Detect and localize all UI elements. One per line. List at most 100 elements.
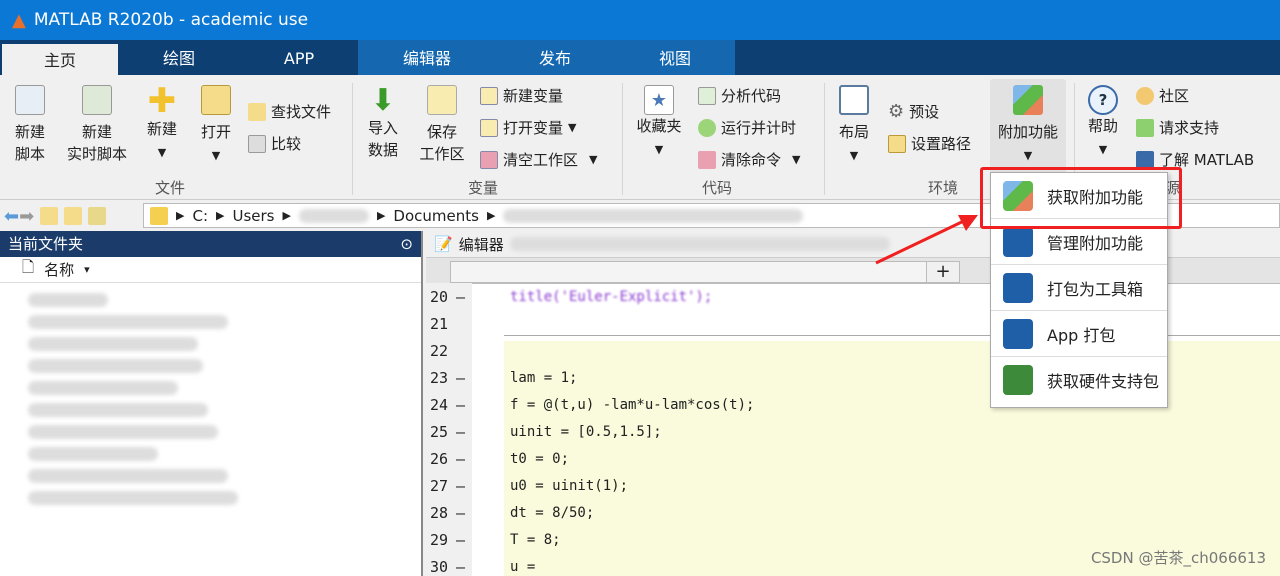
breakpoint-marker[interactable]: —	[456, 477, 496, 495]
clear-commands-icon	[698, 150, 716, 169]
line-number: 22	[430, 342, 449, 360]
code-line[interactable]: uinit = [0.5,1.5];	[510, 424, 662, 440]
learn-matlab-icon	[1136, 150, 1154, 169]
panel-menu-icon[interactable]: ⊙	[400, 231, 413, 257]
code-line[interactable]: u =	[510, 559, 544, 575]
favorites-button[interactable]: ★ 收藏夹 ▼	[632, 85, 686, 161]
folder-icon	[201, 85, 231, 115]
menu-item-hardware-support[interactable]: 获取硬件支持包	[991, 357, 1167, 403]
gear-icon: ⚙	[888, 101, 905, 122]
watermark: CSDN @苦茶_ch066613	[1090, 549, 1266, 567]
open-variable-icon	[480, 118, 498, 137]
open-variable-button[interactable]: 打开变量 ▼	[480, 117, 576, 138]
help-button[interactable]: ? 帮助 ▼	[1084, 85, 1122, 161]
menu-item-package-toolbox[interactable]: 打包为工具箱	[991, 265, 1167, 311]
code-line[interactable]: title('Euler-Explicit');	[510, 289, 712, 305]
favorites-star-icon: ★	[644, 85, 674, 115]
file-icon: 🗋	[22, 258, 35, 276]
menu-item-package-app[interactable]: App 打包	[991, 311, 1167, 357]
clear-workspace-button[interactable]: 清空工作区 ▼	[480, 149, 597, 170]
addons-button[interactable]: 附加功能 ▼	[990, 79, 1066, 174]
compare-icon	[248, 134, 266, 153]
request-support-button[interactable]: 请求支持	[1136, 117, 1219, 138]
breakpoint-marker[interactable]: —	[456, 450, 496, 468]
breakpoint-marker[interactable]: —	[456, 531, 496, 549]
preferences-button[interactable]: ⚙ 预设	[888, 101, 939, 122]
community-icon	[1136, 86, 1154, 105]
help-question-icon: ?	[1088, 85, 1118, 115]
addons-cubes-icon	[1013, 85, 1043, 115]
analyze-code-icon	[698, 86, 716, 105]
breakpoint-marker[interactable]: —	[456, 558, 496, 576]
app-package-icon	[1003, 318, 1033, 349]
set-path-button[interactable]: 设置路径	[888, 133, 971, 154]
edit-pencil-icon: 📝	[434, 235, 453, 253]
breakpoint-marker[interactable]: —	[456, 288, 496, 306]
breakpoint-marker[interactable]: —	[456, 369, 496, 387]
group-label-environment: 环境	[928, 179, 959, 197]
manage-addons-icon	[1003, 226, 1033, 257]
tab-publish[interactable]: 发布	[496, 40, 614, 75]
new-variable-button[interactable]: 新建变量	[480, 85, 563, 106]
tab-plots[interactable]: 绘图	[120, 40, 238, 75]
group-label-file: 文件	[155, 179, 186, 197]
panel-header: 当前文件夹 ⊙	[0, 231, 421, 257]
import-data-button[interactable]: ⬇ 导入 数据	[362, 85, 404, 161]
tab-home[interactable]: 主页	[2, 44, 118, 75]
tab-apps[interactable]: APP	[240, 40, 358, 75]
path-segment[interactable]: C:	[192, 207, 208, 225]
code-line[interactable]: f = @(t,u) -lam*u-lam*cos(t);	[510, 397, 754, 413]
group-label-code: 代码	[702, 179, 733, 197]
import-arrow-icon: ⬇	[370, 83, 396, 118]
highlight-box-annotation	[980, 167, 1182, 229]
name-column-header[interactable]: 🗋 名称 ▾	[0, 257, 421, 283]
group-label-variable: 变量	[468, 179, 499, 197]
save-workspace-button[interactable]: 保存 工作区	[414, 85, 470, 165]
code-line[interactable]: u0 = uinit(1);	[510, 478, 628, 494]
tab-editor[interactable]: 编辑器	[368, 40, 486, 75]
code-line[interactable]: t0 = 0;	[510, 451, 569, 467]
new-script-icon	[15, 85, 45, 115]
editor-file-tab[interactable]	[450, 261, 930, 283]
breakpoint-marker[interactable]: —	[456, 423, 496, 441]
set-path-icon	[888, 134, 906, 153]
community-button[interactable]: 社区	[1136, 85, 1189, 106]
new-live-script-icon	[82, 85, 112, 115]
browse-folder-icon[interactable]	[64, 207, 83, 225]
hardware-chip-icon	[1003, 365, 1033, 395]
analyze-code-button[interactable]: 分析代码	[698, 85, 781, 106]
layout-icon	[839, 85, 869, 115]
new-script-button[interactable]: 新建 脚本	[8, 85, 52, 165]
compare-button[interactable]: 比较	[248, 133, 301, 154]
code-line[interactable]: T = 8;	[510, 532, 561, 548]
path-segment[interactable]: Documents	[393, 207, 479, 225]
line-number: 21	[430, 315, 449, 333]
matlab-logo-icon: ▲	[12, 9, 26, 31]
up-folder-icon[interactable]	[40, 207, 59, 225]
back-arrow-icon[interactable]: ⬅	[4, 206, 19, 227]
code-line[interactable]: lam = 1;	[510, 370, 577, 386]
path-segment[interactable]: Users	[232, 207, 274, 225]
eraser-icon	[480, 150, 498, 169]
open-button[interactable]: 打开 ▼	[196, 85, 236, 167]
new-button[interactable]: ✚ 新建 ▼	[142, 84, 182, 164]
save-workspace-icon	[427, 85, 457, 115]
support-arrow-icon	[1136, 118, 1154, 137]
folder-icon	[150, 206, 168, 225]
ribbon-tabs: 主页 绘图 APP 编辑器 发布 视图	[0, 40, 1280, 75]
recent-folder-icon[interactable]	[88, 207, 107, 225]
breakpoint-marker[interactable]: —	[456, 396, 496, 414]
clear-commands-button[interactable]: 清除命令 ▼	[698, 149, 800, 170]
new-live-script-button[interactable]: 新建 实时脚本	[62, 85, 132, 165]
breakpoint-marker[interactable]: —	[456, 504, 496, 522]
plus-icon: ✚	[147, 81, 177, 121]
forward-arrow-icon[interactable]: ➡	[19, 206, 34, 227]
title-bar: ▲ MATLAB R2020b - academic use	[0, 0, 1280, 40]
code-line[interactable]: dt = 8/50;	[510, 505, 594, 521]
tab-view[interactable]: 视图	[616, 40, 734, 75]
run-time-icon	[698, 118, 716, 137]
run-and-time-button[interactable]: 运行并计时	[698, 117, 796, 138]
window-title: MATLAB R2020b - academic use	[33, 10, 309, 30]
find-files-button[interactable]: 查找文件	[248, 101, 331, 122]
layout-button[interactable]: 布局 ▼	[834, 85, 874, 167]
